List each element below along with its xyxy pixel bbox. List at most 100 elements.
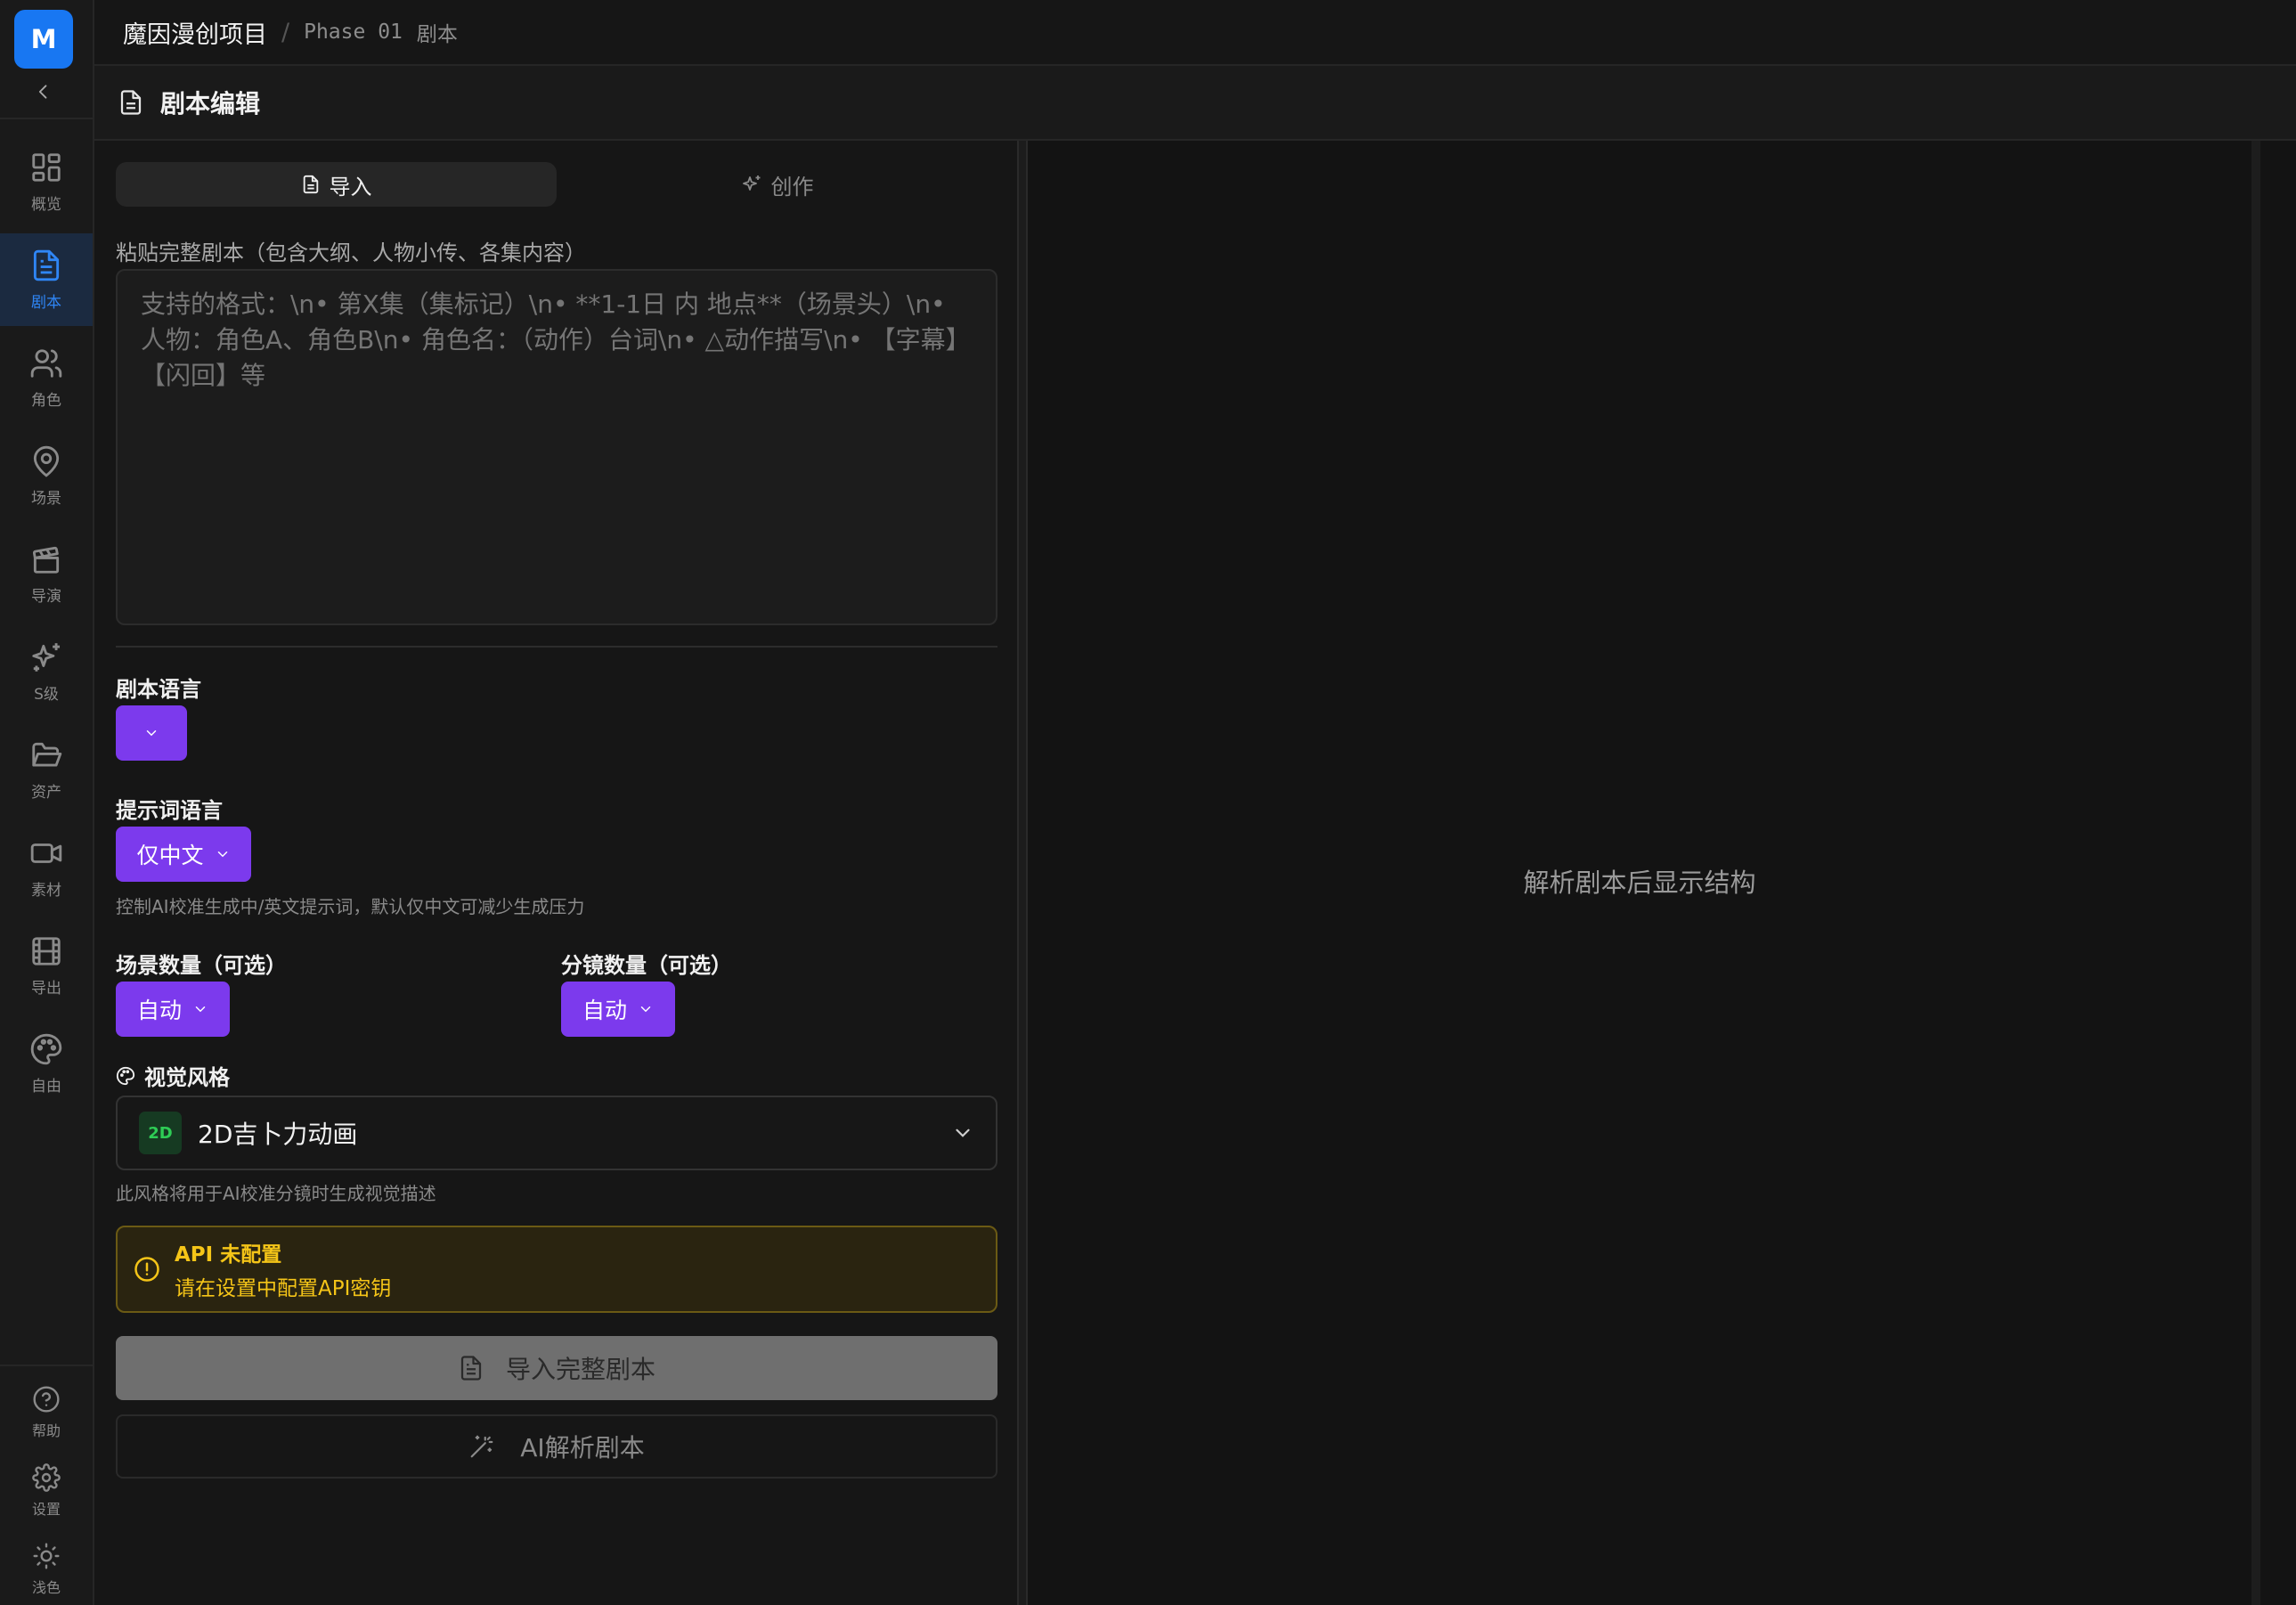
import-script-button[interactable]: 导入完整剧本 (116, 1336, 997, 1400)
clapperboard-icon (32, 546, 60, 574)
chevron-down-icon (956, 1128, 970, 1137)
folder-icon (32, 742, 62, 767)
sidebar-divider (0, 1365, 93, 1366)
visual-style-select[interactable]: 2D 2D吉卜力动画 (116, 1096, 997, 1170)
ai-parse-label: AI解析剧本 (520, 1433, 645, 1462)
sidebar-item-characters[interactable]: 角色 (0, 331, 93, 424)
prompt-language-label: 提示词语言 (116, 798, 223, 823)
sidebar-theme-toggle[interactable]: 浅色 (0, 1532, 93, 1605)
app-logo[interactable]: M (14, 10, 73, 69)
prompt-language-hint: 控制AI校准生成中/英文提示词，默认仅中文可减少生成压力 (116, 896, 585, 917)
import-script-label: 导入完整剧本 (505, 1355, 655, 1384)
sparkles-icon (32, 642, 61, 672)
sidebar: M 概览 剧本 角色 场景 导演 S级 资产 素材 导出 自由 帮助 设置 浅色 (0, 0, 94, 1605)
document-icon (33, 249, 60, 281)
empty-state-message: 解析剧本后显示结构 (1523, 868, 1756, 898)
api-warning-text: API 未配置 请在设置中配置API密钥 (175, 1237, 391, 1301)
form-divider (116, 646, 997, 648)
breadcrumb-separator: / (281, 18, 290, 46)
style-badge: 2D (139, 1112, 182, 1154)
script-input-label: 粘贴完整剧本（包含大纲、人物小传、各集内容） (116, 240, 586, 265)
scene-count-select[interactable]: 自动 (116, 982, 230, 1037)
panel-resize-handle[interactable] (1017, 141, 1028, 1605)
chevron-down-icon (146, 730, 157, 737)
tab-import-label: 导入 (329, 174, 372, 200)
document-icon (303, 175, 318, 194)
breadcrumb-page: 剧本 (416, 23, 458, 46)
sidebar-item-label: 自由 (31, 1077, 61, 1096)
sidebar-item-s-level[interactable]: S级 (0, 625, 93, 718)
mode-tabs: 导入 创作 (116, 162, 997, 207)
film-icon (32, 936, 61, 965)
video-icon (30, 843, 62, 863)
sidebar-theme-label: 浅色 (31, 1579, 61, 1596)
sidebar-item-label: 素材 (31, 881, 61, 900)
sidebar-item-scenes[interactable]: 场景 (0, 429, 93, 522)
visual-style-heading: 视觉风格 (116, 1060, 230, 1091)
prompt-language-select[interactable]: 仅中文 (116, 827, 251, 882)
document-icon (120, 90, 142, 115)
section-title: 剧本编辑 (160, 89, 261, 118)
sidebar-item-overview[interactable]: 概览 (0, 135, 93, 228)
sidebar-item-assets[interactable]: 资产 (0, 723, 93, 816)
sidebar-item-label: 概览 (31, 195, 61, 214)
tab-import[interactable]: 导入 (116, 162, 557, 207)
sidebar-item-director[interactable]: 导演 (0, 527, 93, 620)
chevron-down-icon (195, 1006, 206, 1013)
alert-circle-icon (134, 1257, 159, 1282)
scene-count-label: 场景数量（可选） (116, 953, 287, 978)
right-edge-panel (2251, 141, 2296, 1605)
sidebar-item-free[interactable]: 自由 (0, 1017, 93, 1110)
sidebar-item-label: 资产 (31, 783, 61, 802)
shot-count-label: 分镜数量（可选） (561, 953, 732, 978)
users-icon (30, 348, 62, 378)
chevron-down-icon (217, 851, 227, 858)
collapse-sidebar-button[interactable] (25, 78, 62, 105)
map-pin-icon (33, 445, 60, 477)
api-warning-title: API 未配置 (175, 1243, 282, 1267)
ai-parse-button[interactable]: AI解析剧本 (116, 1414, 997, 1479)
sidebar-item-label: 导演 (31, 587, 61, 606)
palette-icon (30, 1033, 62, 1064)
sidebar-item-label: 导出 (31, 979, 61, 998)
sidebar-item-label: 场景 (31, 489, 61, 508)
sidebar-help-label: 帮助 (31, 1422, 61, 1439)
scene-count-value: 自动 (136, 998, 182, 1023)
sidebar-help[interactable]: 帮助 (0, 1375, 93, 1450)
visual-style-label: 视觉风格 (144, 1065, 230, 1090)
sidebar-settings-label: 设置 (31, 1501, 61, 1518)
sun-icon (33, 1543, 60, 1569)
magic-wand-icon (470, 1435, 493, 1458)
shot-count-select[interactable]: 自动 (561, 982, 675, 1037)
document-icon (460, 1356, 482, 1381)
section-header: 剧本编辑 (94, 66, 2296, 141)
script-language-select[interactable] (116, 705, 187, 761)
api-warning-banner: API 未配置 请在设置中配置API密钥 (116, 1226, 997, 1313)
top-bar: 魔因漫创项目 / Phase 01 剧本 (94, 0, 2296, 66)
script-language-label: 剧本语言 (116, 677, 201, 702)
prompt-language-value: 仅中文 (136, 843, 204, 868)
chevron-left-icon (38, 85, 47, 99)
tab-create[interactable]: 创作 (557, 162, 997, 207)
tab-create-label: 创作 (770, 174, 814, 200)
shot-count-value: 自动 (582, 998, 627, 1023)
sidebar-item-script[interactable]: 剧本 (0, 233, 93, 326)
structure-panel: 解析剧本后显示结构 (1028, 141, 2251, 1605)
chevron-down-icon (640, 1006, 651, 1013)
palette-icon (116, 1066, 135, 1085)
sidebar-settings[interactable]: 设置 (0, 1454, 93, 1528)
script-textarea[interactable] (116, 269, 997, 625)
sidebar-item-label: 剧本 (31, 293, 61, 312)
grid-icon (32, 152, 61, 182)
project-title[interactable]: 魔因漫创项目 (123, 15, 267, 50)
sidebar-item-export[interactable]: 导出 (0, 919, 93, 1012)
script-editor-panel: 导入 创作 粘贴完整剧本（包含大纲、人物小传、各集内容） 剧本语言 提示词语言 … (94, 141, 1017, 1605)
breadcrumb-phase: Phase 01 (304, 20, 403, 44)
sidebar-item-label: S级 (34, 685, 59, 704)
sidebar-item-label: 角色 (31, 391, 61, 410)
visual-style-hint: 此风格将用于AI校准分镜时生成视觉描述 (116, 1183, 436, 1204)
help-icon (33, 1386, 60, 1413)
sidebar-item-materials[interactable]: 素材 (0, 821, 93, 914)
visual-style-value: 2D吉卜力动画 (198, 1120, 358, 1149)
gear-icon (32, 1463, 61, 1492)
